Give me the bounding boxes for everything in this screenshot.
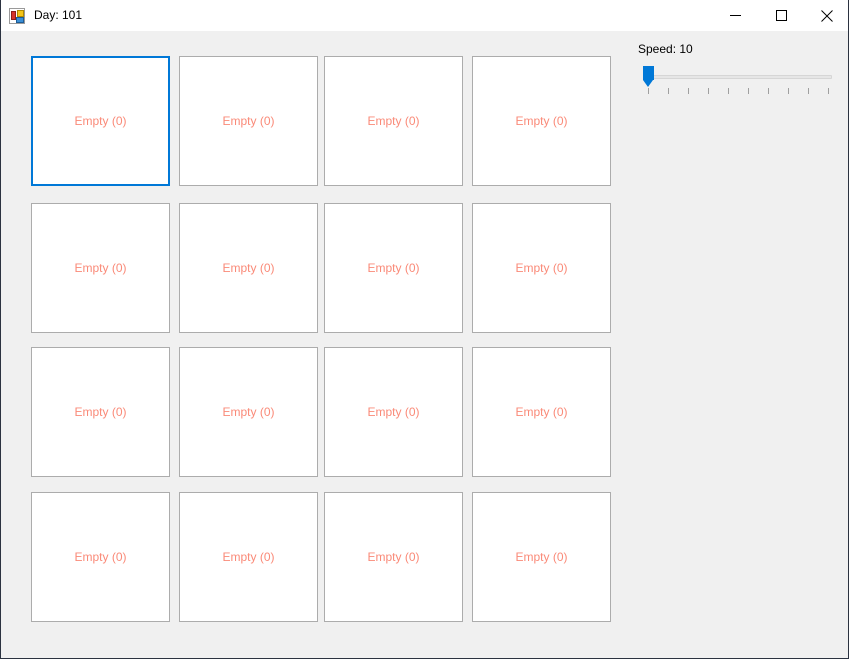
close-icon (821, 9, 833, 22)
grid-cell[interactable]: Empty (0) (31, 56, 170, 186)
grid-cell[interactable]: Empty (0) (31, 347, 170, 477)
close-button[interactable] (804, 0, 848, 31)
slider-thumb[interactable] (643, 66, 654, 87)
slider-ticks (640, 88, 832, 96)
title-bar[interactable]: Day: 101 (1, 0, 848, 32)
grid-cell[interactable]: Empty (0) (31, 203, 170, 333)
grid-cell-label: Empty (0) (222, 261, 275, 275)
grid-cell[interactable]: Empty (0) (472, 203, 611, 333)
grid-cell-label: Empty (0) (222, 114, 275, 128)
grid-cell-label: Empty (0) (367, 114, 420, 128)
grid-cell[interactable]: Empty (0) (472, 347, 611, 477)
grid-cell[interactable]: Empty (0) (179, 347, 318, 477)
grid-cell-label: Empty (0) (222, 550, 275, 564)
maximize-button[interactable] (758, 0, 804, 31)
client-area: Empty (0) Empty (0) Empty (0) Empty (0) … (1, 31, 848, 657)
grid-cell-label: Empty (0) (74, 261, 127, 275)
caption-buttons (712, 0, 848, 31)
grid-cell-label: Empty (0) (515, 405, 568, 419)
grid-cell-label: Empty (0) (367, 550, 420, 564)
grid-cell[interactable]: Empty (0) (472, 492, 611, 622)
grid-cell[interactable]: Empty (0) (324, 492, 463, 622)
minimize-icon (729, 15, 741, 16)
grid-cell[interactable]: Empty (0) (472, 56, 611, 186)
grid-cell-label: Empty (0) (367, 405, 420, 419)
grid-cell[interactable]: Empty (0) (324, 203, 463, 333)
grid-cell-label: Empty (0) (74, 550, 127, 564)
speed-slider[interactable] (640, 66, 832, 106)
speed-label: Speed: 10 (638, 42, 693, 56)
grid-cell[interactable]: Empty (0) (31, 492, 170, 622)
grid-cell[interactable]: Empty (0) (179, 203, 318, 333)
grid-cell[interactable]: Empty (0) (324, 347, 463, 477)
grid-cell-label: Empty (0) (222, 405, 275, 419)
speed-panel: Speed: 10 (638, 42, 838, 122)
grid-cell[interactable]: Empty (0) (179, 492, 318, 622)
window-title: Day: 101 (34, 8, 83, 22)
grid-cell-label: Empty (0) (367, 261, 420, 275)
application-window: Day: 101 Empty (0) Empty (0) Empty (0) E… (0, 0, 849, 659)
cell-grid: Empty (0) Empty (0) Empty (0) Empty (0) … (31, 56, 611, 622)
grid-cell[interactable]: Empty (0) (324, 56, 463, 186)
minimize-button[interactable] (712, 0, 758, 31)
grid-cell-label: Empty (0) (515, 550, 568, 564)
grid-cell-label: Empty (0) (74, 405, 127, 419)
slider-track[interactable] (649, 75, 832, 79)
title-bar-left: Day: 101 (1, 0, 712, 31)
grid-cell[interactable]: Empty (0) (179, 56, 318, 186)
maximize-icon (775, 10, 787, 21)
grid-cell-label: Empty (0) (515, 261, 568, 275)
app-icon (9, 7, 25, 24)
grid-cell-label: Empty (0) (515, 114, 568, 128)
grid-cell-label: Empty (0) (74, 114, 127, 128)
